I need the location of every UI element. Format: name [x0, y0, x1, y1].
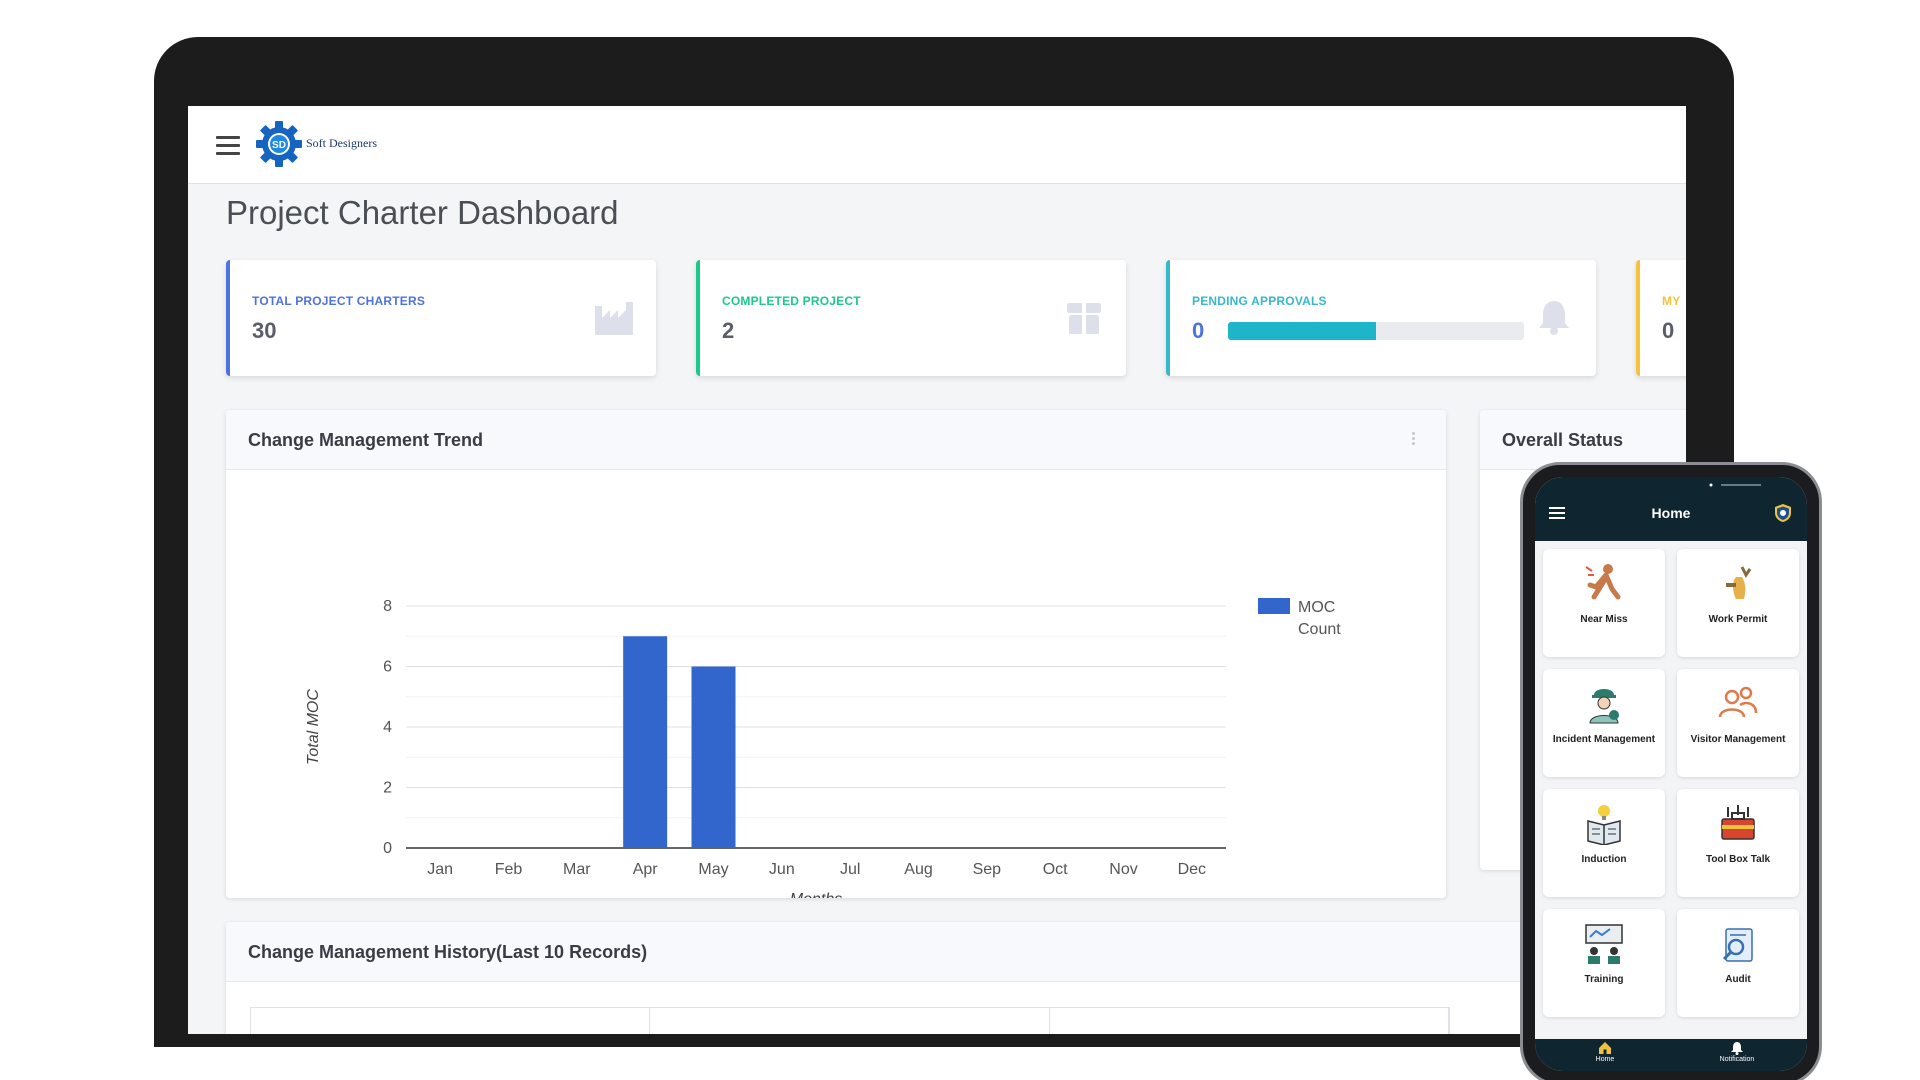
stage: SD Soft Designers Project Charter Dashbo… [0, 0, 1920, 1080]
x-tick-label: Oct [1043, 861, 1068, 878]
induction-icon [1587, 805, 1621, 845]
panel-title: Overall Status [1480, 410, 1686, 470]
pending-approvals-card: PENDING APPROVALS 0 [1166, 260, 1596, 376]
more-options-icon[interactable] [1412, 432, 1416, 446]
tile-tool-box-talk[interactable]: Tool Box Talk [1677, 789, 1799, 897]
y-tick-label: 0 [383, 840, 392, 857]
logo-initials: SD [272, 140, 286, 151]
tile-audit[interactable]: Audit [1677, 909, 1799, 1017]
x-tick-label: Dec [1178, 861, 1206, 878]
near-miss-icon [1585, 564, 1621, 600]
tile-label: Tool Box Talk [1705, 854, 1771, 865]
change-management-history-panel: Change Management History(Last 10 Record… [226, 922, 1686, 1034]
card-label: PENDING APPROVALS [1192, 294, 1327, 308]
x-tick-label: Mar [563, 861, 591, 878]
tile-work-permit[interactable]: Work Permit [1677, 549, 1799, 657]
approval-progress-fill [1228, 322, 1376, 340]
moc-bar-chart: 0 2 4 6 8 Jan Feb Mar Apr May Jun Jul Aug Sep Oct Nov De… [305, 598, 1341, 898]
tile-label: Visitor Management [1690, 734, 1786, 745]
x-tick-label: May [698, 861, 728, 878]
phone-screen: Home Near Miss Work Permit Incident Mana… [1535, 477, 1807, 1071]
change-management-trend-panel: Change Management Trend 0 2 4 6 8 Jan Feb Mar Ap… [226, 410, 1446, 898]
completed-project-card: COMPLETED PROJECT 2 [696, 260, 1126, 376]
status-bar-icon [1709, 483, 1761, 487]
y-tick-label: 4 [383, 719, 392, 736]
tile-label: Work Permit [1708, 614, 1768, 625]
x-tick-label: Apr [633, 861, 659, 878]
nav-notification[interactable]: Notification [1697, 1041, 1777, 1069]
card-label: TOTAL PROJECT CHARTERS [252, 294, 426, 308]
work-permit-icon [1726, 566, 1752, 599]
tile-training[interactable]: Training [1543, 909, 1665, 1017]
brand-name: Soft Designers [306, 136, 377, 150]
incident-management-icon [1589, 689, 1619, 724]
legend-label: MOC [1298, 599, 1335, 616]
card-label: MY [1662, 294, 1681, 308]
visitor-management-icon [1718, 686, 1758, 718]
home-icon [1599, 1042, 1611, 1054]
page-title: Project Charter Dashboard [226, 194, 619, 231]
box-icon [1067, 303, 1101, 334]
tile-label: Incident Management [1552, 734, 1656, 745]
x-tick-label: Jan [427, 861, 453, 878]
nav-home[interactable]: Home [1565, 1041, 1645, 1069]
tile-label: Near Miss [1580, 614, 1628, 625]
tile-label: Training [1584, 974, 1624, 985]
tile-incident-management[interactable]: Incident Management [1543, 669, 1665, 777]
x-tick-label: Sep [973, 861, 1002, 878]
notification-bell-icon [1731, 1042, 1743, 1055]
card-value: 30 [252, 318, 277, 343]
phone-title: Home [1651, 505, 1691, 521]
x-axis-title: Months [790, 891, 842, 898]
shield-badge-icon[interactable] [1773, 503, 1793, 523]
bell-icon [1539, 301, 1569, 335]
bar [691, 666, 736, 848]
x-tick-label: Nov [1109, 861, 1137, 878]
y-tick-label: 8 [383, 598, 392, 615]
my-card: MY 0 [1636, 260, 1686, 376]
card-value: 0 [1662, 318, 1675, 343]
table-header-cell [650, 1008, 1050, 1034]
bar [623, 636, 668, 848]
gear-logo-icon: SD [256, 121, 302, 167]
legend-swatch [1258, 598, 1290, 614]
y-axis-title: Total MOC [305, 689, 322, 765]
y-tick-label: 2 [383, 780, 392, 797]
x-tick-label: Jul [840, 861, 860, 878]
y-tick-label: 6 [383, 659, 392, 676]
top-navbar: SD Soft Designers [188, 106, 1686, 184]
x-tick-label: Feb [495, 861, 523, 878]
card-value: 2 [722, 318, 735, 343]
tile-label: Induction [1581, 854, 1627, 865]
panel-title: Change Management History(Last 10 Record… [226, 922, 1686, 982]
audit-icon [1722, 928, 1753, 962]
tile-induction[interactable]: Induction [1543, 789, 1665, 897]
card-value: 0 [1192, 318, 1205, 343]
training-icon [1585, 924, 1623, 964]
history-table-header [250, 1007, 1450, 1034]
tile-visitor-management[interactable]: Visitor Management [1677, 669, 1799, 777]
phone-header: Home [1535, 477, 1807, 541]
legend-label: Count [1298, 621, 1341, 638]
laptop-screen: SD Soft Designers Project Charter Dashbo… [188, 106, 1686, 1034]
table-header-cell [1050, 1008, 1449, 1034]
panel-title: Change Management Trend [226, 410, 1446, 470]
approval-progress-bar [1228, 322, 1524, 340]
nav-label: Notification [1719, 1056, 1755, 1063]
x-tick-label: Jun [769, 861, 795, 878]
tool-box-talk-icon [1721, 805, 1755, 840]
table-header-cell [251, 1008, 651, 1034]
tile-label: Audit [1725, 974, 1751, 985]
factory-icon [595, 302, 633, 335]
tile-near-miss[interactable]: Near Miss [1543, 549, 1665, 657]
hamburger-menu-icon[interactable] [216, 136, 240, 156]
total-project-charters-card: TOTAL PROJECT CHARTERS 30 [226, 260, 656, 376]
card-label: COMPLETED PROJECT [722, 294, 861, 308]
x-tick-label: Aug [904, 861, 932, 878]
phone-bottom-nav: Home Notification [1535, 1039, 1807, 1071]
nav-label: Home [1595, 1056, 1615, 1063]
phone-frame: Home Near Miss Work Permit Incident Mana… [1520, 462, 1822, 1080]
